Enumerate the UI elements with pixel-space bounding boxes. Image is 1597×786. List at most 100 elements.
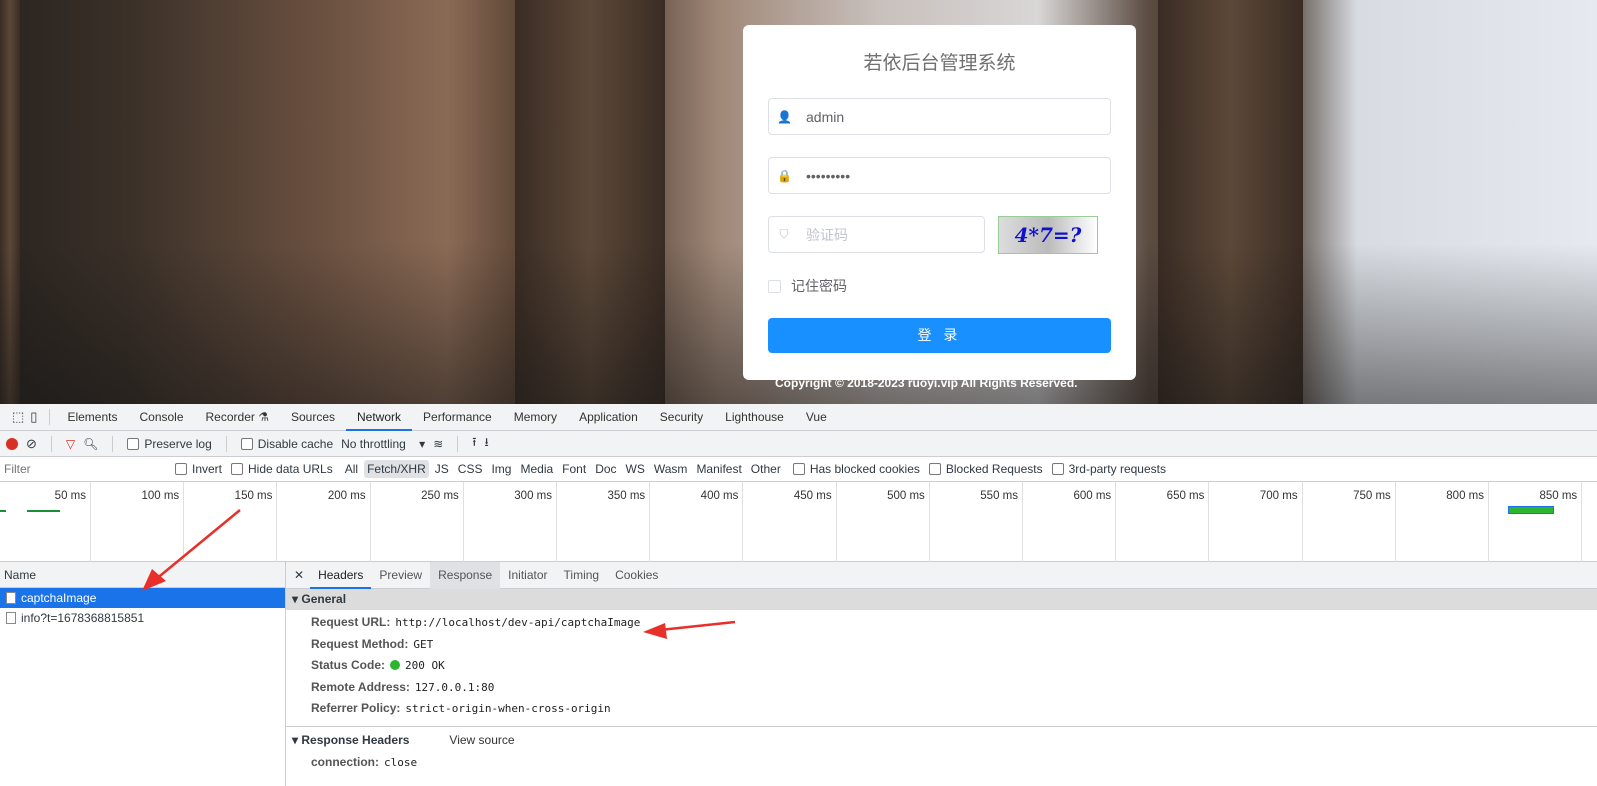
resource-type-filters: All Fetch/XHR JS CSS Img Media Font Doc WS Wasm Ma… (342, 460, 784, 478)
captcha-image[interactable]: 4*7=? (998, 216, 1098, 254)
disable-cache-label: Disable cache (257, 436, 334, 451)
hide-data-urls-label: Hide data URLs (248, 462, 333, 476)
detail-tab-cookies[interactable]: Cookies (607, 562, 666, 589)
record-icon[interactable] (6, 437, 18, 450)
remember-label: 记住密码 (791, 278, 847, 294)
third-party-checkbox[interactable]: 3rd-party requests (1051, 462, 1166, 476)
tab-memory[interactable]: Memory (503, 404, 568, 431)
general-section-header[interactable]: ▾ General (286, 589, 1597, 610)
tab-elements[interactable]: Elements (56, 404, 128, 431)
type-filter-img[interactable]: Img (488, 460, 514, 478)
shield-icon: ⛉ (779, 227, 789, 241)
preserve-log-label: Preserve log (144, 436, 212, 451)
name-column-header[interactable]: Name (0, 562, 285, 588)
detail-tab-timing[interactable]: Timing (556, 562, 608, 589)
divider (225, 435, 227, 452)
type-filter-fetch-xhr[interactable]: Fetch/XHR (364, 460, 429, 478)
lock-icon: 🔒 (777, 168, 792, 183)
general-title: General (301, 592, 347, 606)
tab-network[interactable]: Network (346, 404, 413, 431)
login-button[interactable]: 登 录 (768, 318, 1111, 353)
document-icon (6, 592, 16, 604)
tab-lighthouse[interactable]: Lighthouse (714, 404, 795, 431)
response-headers-section-header[interactable]: ▾ Response Headers View source (286, 725, 1597, 752)
hide-data-urls-checkbox[interactable]: Hide data URLs (231, 462, 333, 476)
detail-tabs: ✕ Headers Preview Response Initiator Timing Co… (286, 561, 1597, 589)
tab-vue[interactable]: Vue (795, 404, 838, 431)
blocked-cookies-checkbox[interactable]: Has blocked cookies (792, 462, 920, 476)
tab-sources[interactable]: Sources (280, 404, 346, 431)
timeline-tick: 150 ms (184, 482, 278, 562)
type-filter-doc[interactable]: Doc (592, 460, 619, 478)
captcha-input[interactable]: ⛉ 验证码 (768, 216, 985, 253)
type-filter-js[interactable]: JS (432, 460, 452, 478)
preserve-log-checkbox[interactable]: Preserve log (127, 436, 212, 451)
username-input[interactable]: 👤 admin (768, 98, 1111, 135)
password-input[interactable]: 🔒 ••••••••• (768, 157, 1111, 194)
request-list: Name captchaImage info?t=1678368815851 (0, 562, 286, 786)
download-icon[interactable]: ⭳ (484, 433, 488, 454)
type-filter-other[interactable]: Other (748, 460, 784, 478)
detail-tab-response[interactable]: Response (430, 561, 501, 589)
tab-performance[interactable]: Performance (412, 404, 503, 431)
type-filter-manifest[interactable]: Manifest (693, 460, 744, 478)
remember-checkbox[interactable]: 记住密码 (768, 276, 847, 296)
timeline-tick: 550 ms (930, 482, 1023, 562)
network-overview-timeline[interactable]: 50 ms 100 ms 150 ms 200 ms 250 ms 300 ms 350 m… (0, 482, 1597, 562)
timeline-tick: 450 ms (744, 482, 837, 562)
header-value: 200 OK (405, 659, 445, 672)
type-filter-wasm[interactable]: Wasm (651, 460, 691, 478)
timeline-tick: 750 ms (1303, 482, 1396, 562)
network-toolbar: ⊘ ▽ 🔍︎ Preserve log Disable cache No thr… (0, 431, 1597, 457)
header-key: Referrer Policy: (311, 701, 401, 715)
type-filter-ws[interactable]: WS (623, 460, 648, 478)
blocked-requests-checkbox[interactable]: Blocked Requests (928, 462, 1043, 476)
type-filter-css[interactable]: CSS (455, 460, 486, 478)
view-source-link[interactable]: View source (449, 727, 514, 752)
type-filter-font[interactable]: Font (559, 460, 589, 478)
detail-tab-headers[interactable]: Headers (310, 562, 372, 589)
disable-cache-checkbox[interactable]: Disable cache (240, 436, 334, 451)
header-value: http://localhost/dev-api/captchaImage (395, 616, 641, 629)
response-header-row: connection: close (286, 752, 1597, 774)
general-row: Remote Address: 127.0.0.1:80 (286, 677, 1597, 699)
timeline-tick: 200 ms (278, 482, 371, 562)
request-row[interactable]: info?t=1678368815851 (0, 608, 285, 628)
header-value: close (384, 755, 418, 769)
timeline-tick: 500 ms (837, 482, 930, 562)
login-page-background: 若依后台管理系统 👤 admin 🔒 ••••••••• ⛉ 验证码 4*7=? 记住… (0, 0, 1597, 404)
type-filter-all[interactable]: All (342, 460, 361, 478)
divider (49, 409, 51, 425)
upload-icon[interactable]: ⭱ (472, 433, 476, 454)
detail-tab-initiator[interactable]: Initiator (500, 562, 555, 589)
detail-tab-preview[interactable]: Preview (371, 562, 430, 589)
timeline-tick: 700 ms (1210, 482, 1303, 562)
invert-checkbox[interactable]: Invert (175, 462, 222, 476)
timeline-tick: 850 ms (1489, 482, 1583, 562)
type-filter-media[interactable]: Media (517, 460, 556, 478)
close-icon[interactable]: ✕ (294, 568, 304, 582)
tab-recorder[interactable]: Recorder ⚗ (195, 404, 280, 431)
tab-console[interactable]: Console (128, 404, 194, 431)
tab-application[interactable]: Application (568, 404, 649, 431)
filter-input[interactable] (0, 459, 160, 479)
device-toggle-icon[interactable]: ▯ (30, 409, 37, 425)
inspect-icon[interactable]: ⬚ (12, 409, 24, 425)
timeline-tick: 100 ms (91, 482, 185, 562)
request-row[interactable]: captchaImage (0, 588, 285, 608)
clear-icon[interactable]: ⊘ (26, 436, 37, 452)
header-value: strict-origin-when-cross-origin (405, 702, 611, 715)
throttling-select[interactable]: No throttling ▾ (341, 437, 425, 451)
network-conditions-icon[interactable]: ≋ (433, 437, 443, 451)
header-value: GET (413, 637, 434, 651)
tab-security[interactable]: Security (649, 404, 714, 431)
search-icon[interactable]: 🔍︎ (83, 437, 98, 451)
timeline-tick: 250 ms (371, 482, 464, 562)
timeline-tick: 300 ms (464, 482, 557, 562)
timeline-tick: 650 ms (1116, 482, 1210, 562)
timeline-tick: 800 ms (1396, 482, 1489, 562)
general-row: Referrer Policy: strict-origin-when-cross… (286, 698, 1597, 720)
filter-icon[interactable]: ▽ (66, 437, 75, 451)
header-value: 127.0.0.1:80 (414, 680, 495, 694)
checkbox-box (768, 279, 781, 293)
